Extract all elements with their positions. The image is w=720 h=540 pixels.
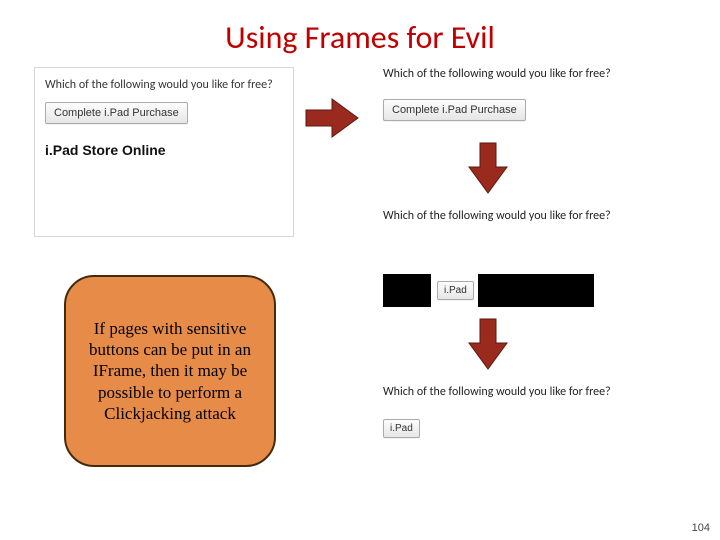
complete-purchase-button-left[interactable]: Complete i.Pad Purchase: [45, 102, 188, 124]
ipad-button-r2[interactable]: i.Pad: [437, 281, 474, 300]
complete-purchase-button-r1[interactable]: Complete i.Pad Purchase: [383, 99, 526, 121]
redaction-box-left: [383, 274, 431, 307]
arrow-down-icon-1: [465, 139, 511, 197]
slide-title: Using Frames for Evil: [0, 0, 720, 57]
callout-bubble: If pages with sensitive buttons can be p…: [64, 275, 276, 467]
ipad-button-r3[interactable]: i.Pad: [383, 419, 420, 438]
question-text-r3: Which of the following would you like fo…: [383, 385, 611, 399]
question-text-r1: Which of the following would you like fo…: [383, 67, 611, 81]
arrow-down-icon-2: [465, 315, 511, 373]
question-text-left: Which of the following would you like fo…: [45, 78, 283, 92]
page-number: 104: [692, 522, 710, 534]
redaction-box-right: [478, 274, 594, 307]
arrow-right-icon: [302, 95, 362, 141]
frame-panel: Which of the following would you like fo…: [34, 67, 294, 237]
question-text-r2: Which of the following would you like fo…: [383, 209, 611, 223]
store-online-label: i.Pad Store Online: [45, 142, 283, 158]
slide-content: Which of the following would you like fo…: [0, 57, 720, 517]
callout-text: If pages with sensitive buttons can be p…: [80, 318, 260, 424]
